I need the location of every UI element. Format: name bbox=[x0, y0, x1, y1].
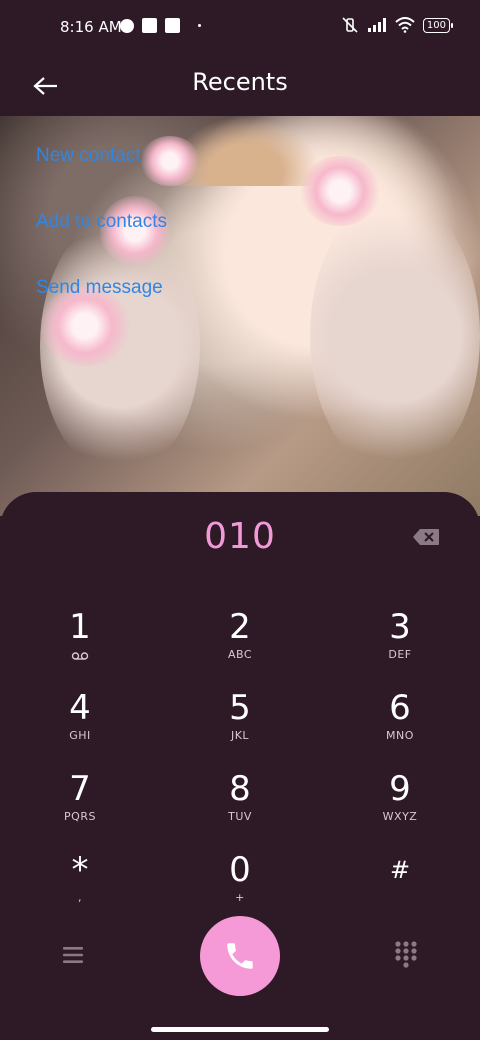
upload-notification-icon bbox=[165, 18, 180, 33]
key-digit: 0 bbox=[229, 850, 251, 890]
voicemail-icon bbox=[71, 652, 89, 660]
app-header: Recents bbox=[0, 56, 480, 116]
key-3[interactable]: 3 DEF bbox=[340, 608, 460, 678]
key-letters: , bbox=[78, 891, 82, 904]
key-2[interactable]: 2 ABC bbox=[180, 608, 300, 678]
key-letters: JKL bbox=[230, 729, 250, 742]
key-4[interactable]: 4 GHI bbox=[20, 689, 140, 759]
key-digit: 8 bbox=[229, 769, 251, 809]
key-digit: * bbox=[71, 850, 89, 890]
key-digit: 1 bbox=[69, 607, 91, 647]
menu-icon bbox=[63, 947, 83, 963]
dialpad-icon bbox=[395, 941, 417, 968]
home-indicator[interactable] bbox=[151, 1027, 329, 1032]
key-digit: 9 bbox=[389, 769, 411, 809]
status-time: 8:16 AM bbox=[60, 18, 122, 36]
key-5[interactable]: 5 JKL bbox=[180, 689, 300, 759]
send-message-link[interactable]: Send message bbox=[36, 277, 163, 299]
call-button[interactable] bbox=[200, 916, 280, 996]
battery-icon: 100 bbox=[422, 17, 454, 33]
key-8[interactable]: 8 TUV bbox=[180, 770, 300, 840]
notification-icons bbox=[120, 18, 201, 33]
key-letters: + bbox=[235, 891, 245, 904]
wallpaper-image bbox=[0, 116, 480, 516]
key-star[interactable]: * , bbox=[20, 851, 140, 921]
key-digit: 3 bbox=[389, 607, 411, 647]
dial-pad-panel: 010 1 2 ABC 3 DEF 4 GHI 5 JKL 6 MNO 7 PQ… bbox=[0, 492, 480, 1040]
key-letters: DEF bbox=[388, 648, 412, 661]
menu-button[interactable] bbox=[60, 944, 86, 970]
key-0[interactable]: 0 + bbox=[180, 851, 300, 921]
key-digit: 7 bbox=[69, 769, 91, 809]
key-digit: 6 bbox=[389, 688, 411, 728]
signal-icon bbox=[367, 18, 386, 32]
key-letters: GHI bbox=[69, 729, 91, 742]
key-digit: 2 bbox=[229, 607, 251, 647]
key-letters: WXYZ bbox=[382, 810, 418, 823]
status-bar: 8:16 AM 100 bbox=[0, 0, 480, 56]
system-icons: 100 bbox=[341, 16, 454, 34]
more-notifications-icon bbox=[198, 24, 201, 27]
backspace-icon[interactable] bbox=[412, 528, 440, 546]
key-7[interactable]: 7 PQRS bbox=[20, 770, 140, 840]
wifi-icon bbox=[395, 17, 415, 33]
dialed-number: 010 bbox=[204, 516, 276, 557]
add-to-contacts-link[interactable]: Add to contacts bbox=[36, 211, 167, 233]
key-digit: 5 bbox=[229, 688, 251, 728]
mute-vibrate-icon bbox=[342, 17, 358, 33]
key-1[interactable]: 1 bbox=[20, 608, 140, 678]
key-hash[interactable]: # bbox=[340, 851, 460, 921]
key-6[interactable]: 6 MNO bbox=[340, 689, 460, 759]
page-title: Recents bbox=[192, 68, 288, 96]
phone-icon bbox=[227, 943, 253, 969]
gallery-notification-icon bbox=[142, 18, 157, 33]
dialpad-toggle-button[interactable] bbox=[394, 940, 418, 974]
key-letters: TUV bbox=[228, 810, 252, 823]
key-letters: ABC bbox=[227, 648, 253, 661]
app-notification-icon bbox=[120, 18, 134, 33]
key-digit: 4 bbox=[69, 688, 91, 728]
key-digit: # bbox=[389, 856, 411, 884]
key-letters: PQRS bbox=[64, 810, 96, 823]
key-9[interactable]: 9 WXYZ bbox=[340, 770, 460, 840]
key-letters: MNO bbox=[386, 729, 414, 742]
new-contact-link[interactable]: New contact bbox=[36, 145, 141, 167]
